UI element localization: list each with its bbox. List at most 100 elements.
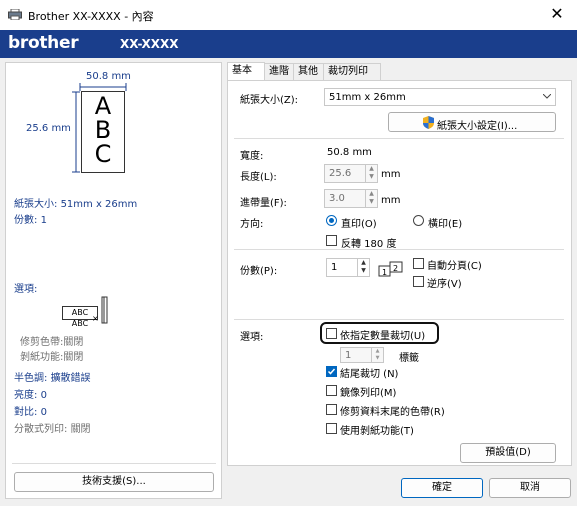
peel-label[interactable]: 使用剝紙功能(T): [340, 422, 414, 437]
spin-up-icon[interactable]: ▲: [366, 165, 377, 173]
label-preview: A B C: [81, 91, 125, 173]
cut-at-end-checkbox[interactable]: [326, 366, 337, 377]
trim-tape-label[interactable]: 修剪資料末尾的色帶(R): [340, 403, 445, 418]
model-name: XX-XXXX: [120, 37, 179, 51]
length-input-value: 25.6: [329, 168, 352, 179]
cut-every-checkbox[interactable]: [326, 328, 337, 339]
portrait-label[interactable]: 直印(O): [341, 215, 377, 230]
svg-text:×: ×: [92, 314, 99, 323]
cut-every-spinner[interactable]: ▲ ▼: [371, 348, 383, 362]
reverse-checkbox[interactable]: [413, 276, 424, 287]
feed-input-value: 3.0: [329, 193, 345, 204]
brand-bar: brother XX-XXXX: [0, 30, 577, 58]
preview-cut-color: 修剪色帶:關閉: [20, 337, 84, 348]
width-label: 寬度:: [240, 151, 264, 162]
tab-other[interactable]: 其他: [293, 63, 324, 81]
width-dimension-arrow: [79, 83, 127, 91]
divider: [12, 463, 216, 464]
chevron-down-icon: [543, 94, 551, 99]
checkmark-icon: [327, 368, 336, 375]
copies-input-value: 1: [331, 262, 338, 273]
height-dimension-label: 25.6 mm: [26, 123, 71, 134]
copies-spinner[interactable]: ▲ ▼: [357, 259, 369, 276]
svg-text:2: 2: [393, 264, 398, 273]
feed-label: 進帶量(F):: [240, 198, 287, 209]
technical-support-button[interactable]: 技術支援(S)...: [14, 472, 214, 492]
copies-label: 份數(P):: [240, 266, 278, 277]
rotate-180-label[interactable]: 反轉 180 度: [341, 235, 396, 250]
peel-checkbox[interactable]: [326, 423, 337, 434]
spin-up-icon[interactable]: ▲: [358, 259, 369, 267]
paper-size-settings-button[interactable]: 紙張大小設定(I)...: [388, 112, 556, 132]
title-bar: Brother XX-XXXX - 內容 ✕: [0, 0, 577, 30]
width-value: 50.8 mm: [327, 147, 372, 158]
feed-unit: mm: [381, 195, 401, 206]
collate-pages-icon: 1 2: [378, 261, 403, 277]
tab-advanced[interactable]: 進階: [264, 63, 294, 81]
orientation-label: 方向:: [240, 219, 264, 230]
height-dimension-arrow: [72, 91, 80, 173]
length-input[interactable]: 25.6 ▲ ▼: [324, 164, 378, 183]
paper-size-label: 紙張大小(Z):: [240, 95, 299, 106]
preview-letter: C: [94, 140, 112, 168]
preview-paper-size: 紙張大小: 51mm x 26mm: [14, 199, 138, 210]
preview-copies: 份數: 1: [14, 215, 47, 226]
width-dimension-label: 50.8 mm: [86, 71, 131, 82]
collate-checkbox[interactable]: [413, 258, 424, 269]
cut-every-label[interactable]: 依指定數量裁切(U): [340, 327, 425, 342]
paper-size-select[interactable]: 51mm x 26mm: [324, 88, 556, 106]
preview-options-label: 選項:: [14, 284, 38, 295]
preview-brightness: 亮度: 0: [14, 390, 47, 401]
landscape-label[interactable]: 橫印(E): [428, 215, 462, 230]
trim-tape-checkbox[interactable]: [326, 404, 337, 415]
window-title: Brother XX-XXXX - 內容: [28, 10, 154, 23]
landscape-radio[interactable]: [413, 215, 424, 226]
copies-input[interactable]: 1 ▲ ▼: [326, 258, 370, 277]
length-unit: mm: [381, 169, 401, 180]
mirror-checkbox[interactable]: [326, 385, 337, 396]
mirror-label[interactable]: 鏡像列印(M): [340, 384, 396, 399]
feed-spinner[interactable]: ▲ ▼: [365, 190, 377, 207]
close-icon[interactable]: ✕: [547, 4, 567, 24]
spin-up-icon[interactable]: ▲: [366, 190, 377, 198]
tab-cut-print[interactable]: 裁切列印: [323, 63, 381, 81]
cut-every-input-value: 1: [345, 350, 352, 361]
length-label: 長度(L):: [240, 172, 277, 183]
tab-basic[interactable]: 基本: [227, 62, 265, 81]
reverse-label[interactable]: 逆序(V): [427, 275, 462, 290]
preview-split-print: 分散式列印: 關閉: [14, 424, 91, 435]
spin-down-icon[interactable]: ▼: [366, 173, 377, 181]
preview-letter: B: [94, 116, 112, 144]
feed-input[interactable]: 3.0 ▲ ▼: [324, 189, 378, 208]
rotate-180-checkbox[interactable]: [326, 235, 337, 246]
spin-up-icon[interactable]: ▲: [372, 348, 383, 355]
divider: [234, 319, 564, 320]
length-spinner[interactable]: ▲ ▼: [365, 165, 377, 182]
brother-logo: brother: [8, 33, 79, 53]
collate-label[interactable]: 自動分頁(C): [427, 257, 482, 272]
preview-letter: A: [94, 92, 112, 120]
spin-down-icon[interactable]: ▼: [366, 198, 377, 206]
preview-peel: 剝紙功能:關閉: [20, 352, 84, 363]
portrait-radio[interactable]: [326, 215, 337, 226]
spin-down-icon[interactable]: ▼: [372, 355, 383, 362]
ok-button[interactable]: 確定: [401, 478, 483, 498]
cut-every-input[interactable]: 1 ▲ ▼: [340, 347, 384, 363]
default-button[interactable]: 預設值(D): [460, 443, 556, 463]
svg-text:1: 1: [382, 268, 387, 277]
paper-size-settings-label: 紙張大小設定(I)...: [437, 121, 518, 132]
spin-down-icon[interactable]: ▼: [358, 267, 369, 275]
preview-panel: 50.8 mm 25.6 mm A B C 紙張大小: 51mm x 26mm …: [5, 62, 222, 499]
printer-icon: [8, 9, 22, 20]
preview-contrast: 對比: 0: [14, 407, 47, 418]
divider: [234, 249, 564, 250]
options-label: 選項:: [240, 332, 264, 343]
cancel-button[interactable]: 取消: [489, 478, 571, 498]
paper-size-value: 51mm x 26mm: [329, 92, 406, 103]
preview-halftone: 半色調: 擴散錯誤: [14, 373, 91, 384]
basic-tab-panel: 紙張大小(Z): 51mm x 26mm 紙張大小設定(I)... 寬度: 50…: [227, 80, 572, 466]
divider: [234, 138, 564, 139]
cut-at-end-label[interactable]: 結尾裁切 (N): [340, 365, 398, 380]
cut-indicator-icon: ×: [92, 296, 108, 324]
cut-every-unit: 標籤: [399, 353, 419, 364]
